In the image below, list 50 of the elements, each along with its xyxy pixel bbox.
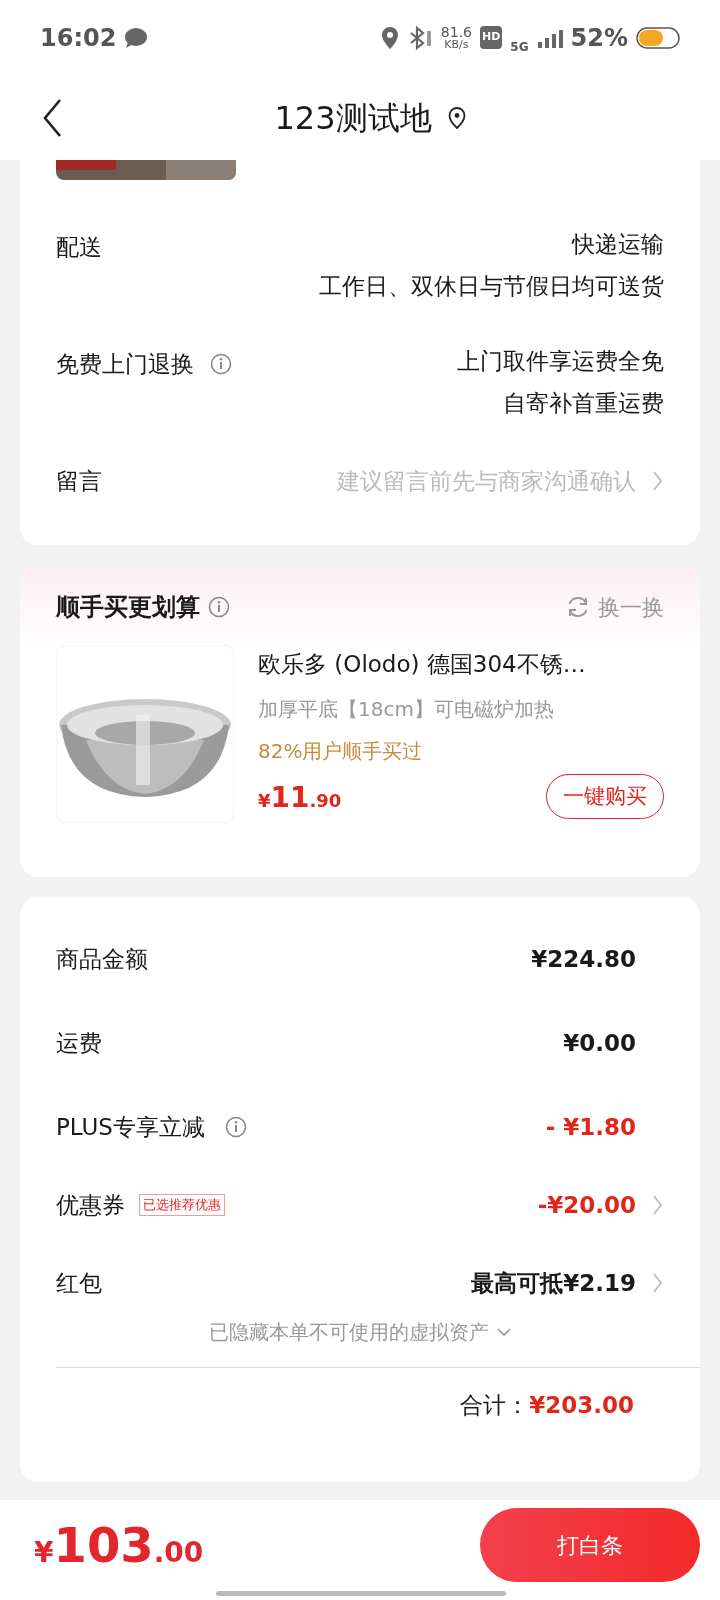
row-label: 运费 xyxy=(56,1028,102,1058)
total-label: 合计： xyxy=(460,1391,530,1420)
back-icon[interactable] xyxy=(42,97,64,138)
speed-unit: KB/s xyxy=(444,39,469,50)
info-icon[interactable] xyxy=(225,1116,247,1138)
amount: 最高可抵¥2.19 xyxy=(471,1268,636,1298)
total-amount: ¥203.00 xyxy=(529,1391,634,1420)
signal-icon xyxy=(536,27,563,48)
info-icon[interactable] xyxy=(210,353,232,375)
amount: ¥0.00 xyxy=(563,1028,636,1058)
message-icon xyxy=(124,26,149,49)
buy-button[interactable]: 一键购买 xyxy=(546,773,664,819)
row-label: 红包 xyxy=(56,1268,102,1298)
message-hint[interactable]: 建议留言前先与商家沟通确认 xyxy=(337,464,636,499)
row-label: PLUS专享立减 xyxy=(56,1112,205,1142)
status-time: 16:02 xyxy=(40,22,117,54)
product-price: ¥11.90 xyxy=(258,780,342,816)
hd-badge: HD xyxy=(480,26,503,49)
location-icon xyxy=(380,25,399,50)
battery-icon xyxy=(636,26,680,49)
hidden-assets-toggle[interactable]: 已隐藏本单不可使用的虚拟资产 xyxy=(209,1317,511,1347)
row-value: 快递运输 xyxy=(570,230,664,259)
product-spec: 加厚平底【18cm】可电磁炉加热 xyxy=(258,695,555,723)
network-type: 5G xyxy=(510,38,529,56)
row-value: 上门取件享运费全免 xyxy=(457,347,664,376)
amount: ¥224.80 xyxy=(531,944,636,974)
row-label: 优惠券 xyxy=(56,1190,125,1220)
coupon-tag: 已选推荐优惠 xyxy=(139,1194,225,1216)
row-value: 自寄补首重运费 xyxy=(502,389,664,418)
product-name: 欧乐多 (Olodo) 德国304不锈… xyxy=(258,650,587,679)
amount: - ¥1.80 xyxy=(545,1112,636,1142)
refresh-button[interactable]: 换一换 xyxy=(566,590,664,624)
social-proof: 82%用户顺手买过 xyxy=(258,737,424,765)
row-label: 商品金额 xyxy=(56,944,148,974)
page-title: 123测试地 xyxy=(274,97,432,139)
battery-percent: 52% xyxy=(570,22,628,54)
row-label: 留言 xyxy=(56,467,102,496)
location-pin-icon xyxy=(447,106,466,129)
row-label: 配送 xyxy=(56,233,102,262)
order-price: ¥103.00 xyxy=(34,1516,204,1575)
row-value: 工作日、双休日与节假日均可送货 xyxy=(319,272,664,301)
chevron-right-icon xyxy=(652,470,664,493)
section-title: 顺手买更划算 xyxy=(56,592,200,623)
amount: -¥20.00 xyxy=(537,1190,636,1220)
pay-button[interactable]: 打白条 xyxy=(480,1508,700,1582)
chevron-down-icon xyxy=(497,1327,511,1337)
network-speed: 81.6 xyxy=(440,25,472,39)
info-icon[interactable] xyxy=(208,596,230,618)
row-label: 免费上门退换 xyxy=(56,350,194,379)
refresh-icon xyxy=(566,595,590,619)
